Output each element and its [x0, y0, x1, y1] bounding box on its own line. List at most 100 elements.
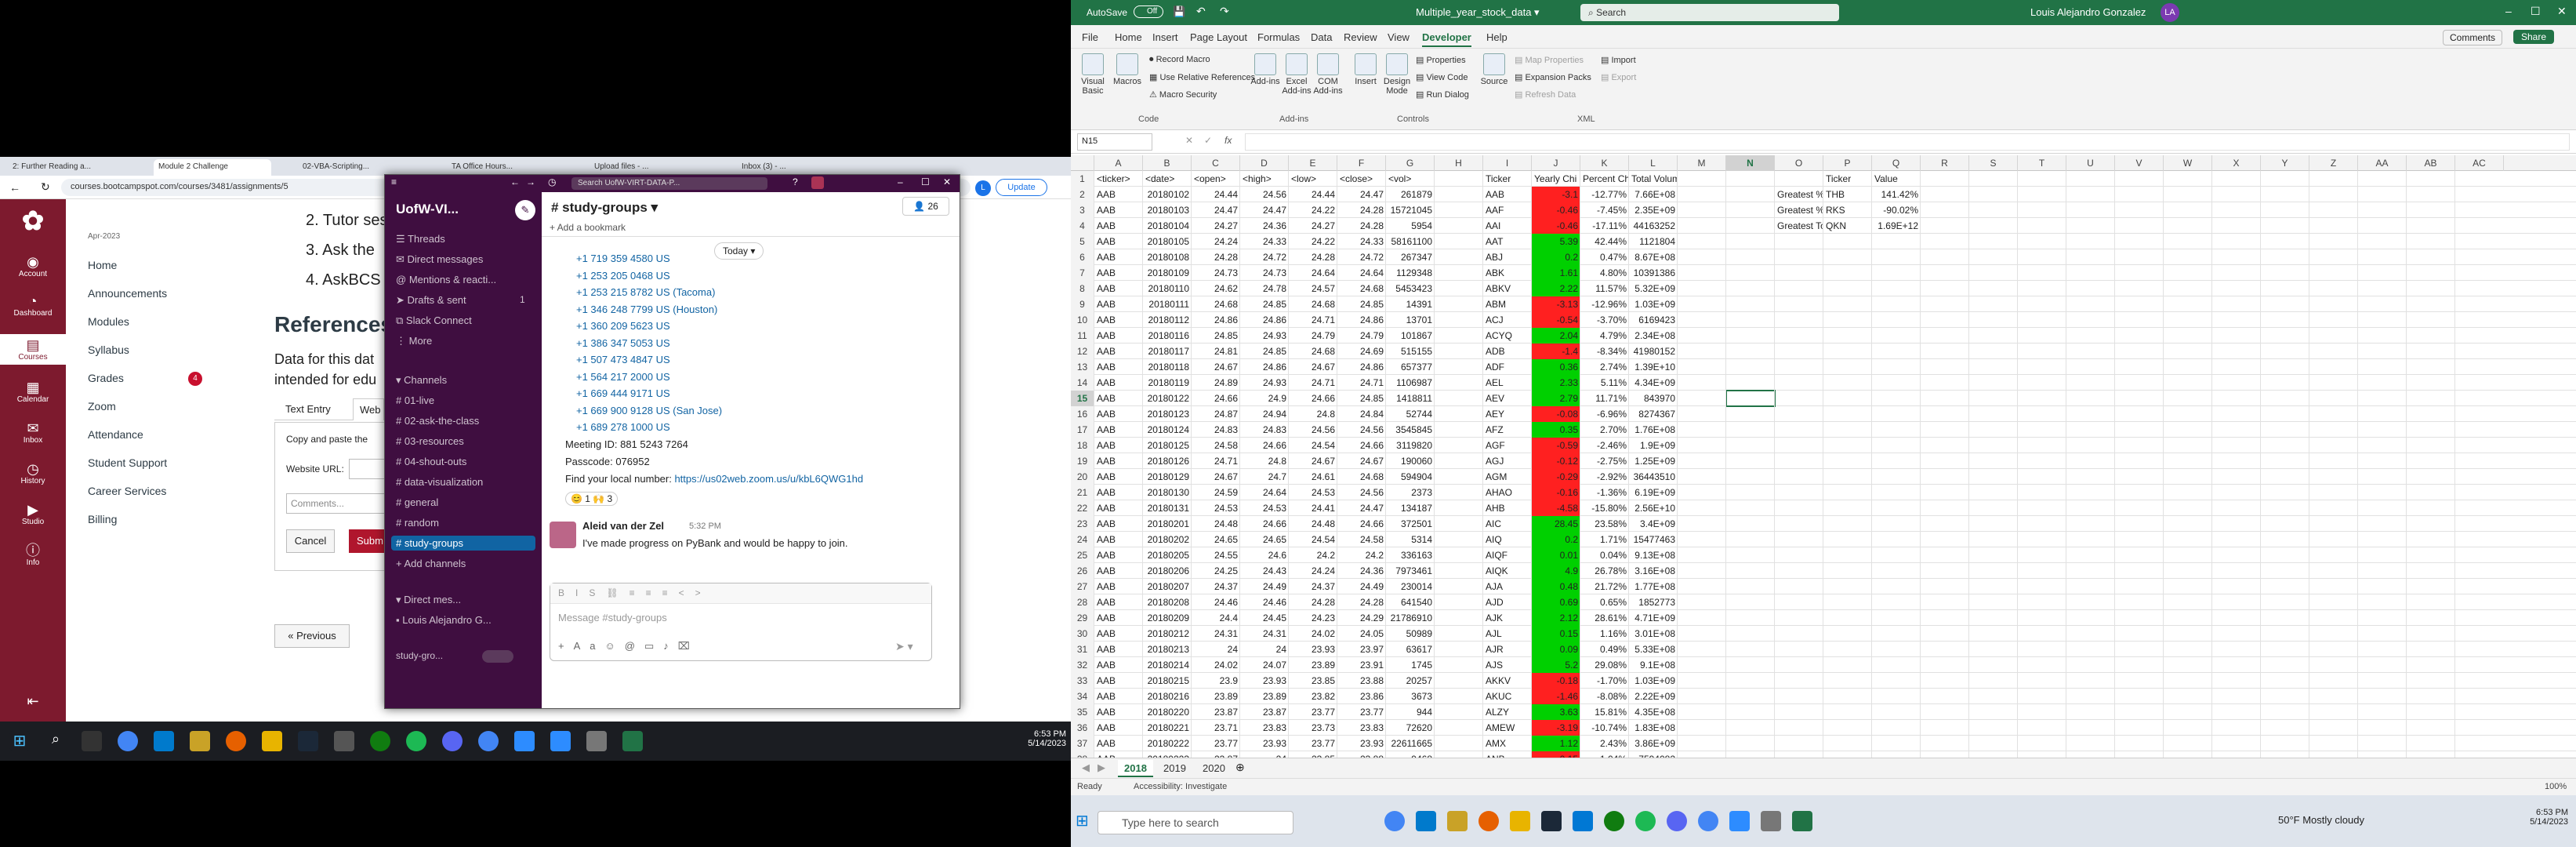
fx-icon[interactable]: fx	[1225, 135, 1232, 146]
cell[interactable]: 3.4E+09	[1629, 516, 1678, 532]
row-header[interactable]: 11	[1071, 328, 1094, 344]
sidebar-item-more[interactable]: ⋮ More	[396, 335, 432, 347]
cell[interactable]: 20180111	[1143, 296, 1192, 312]
cell[interactable]: <close>	[1337, 171, 1386, 187]
cell[interactable]: 24.48	[1192, 516, 1240, 532]
cell[interactable]: 2.70%	[1580, 422, 1629, 438]
phone-number[interactable]: +1 507 473 4847 US	[576, 351, 722, 369]
selected-cell[interactable]	[1725, 390, 1776, 407]
column-header[interactable]: Q	[1872, 155, 1921, 171]
cell[interactable]: -0.18	[1532, 673, 1580, 689]
cell[interactable]: 23.85	[1289, 751, 1337, 758]
course-nav-attendance[interactable]: Attendance	[88, 428, 143, 441]
cell[interactable]: 24.49	[1337, 579, 1386, 594]
cell[interactable]: Value	[1872, 171, 1921, 187]
column-header[interactable]: N	[1726, 155, 1775, 171]
cell[interactable]: 28.45	[1532, 516, 1580, 532]
cell[interactable]: 20180105	[1143, 234, 1192, 249]
cell[interactable]: AAB	[1094, 626, 1143, 642]
cell[interactable]: 24.93	[1240, 375, 1289, 391]
cell[interactable]: 63617	[1386, 642, 1435, 657]
cell[interactable]: 24.28	[1289, 249, 1337, 265]
macro-security-button[interactable]: ⚠ Macro Security	[1149, 89, 1217, 100]
row-header[interactable]: 38	[1071, 751, 1094, 758]
cell[interactable]: 20180108	[1143, 249, 1192, 265]
cell[interactable]: -0.15	[1532, 751, 1580, 758]
cell[interactable]: 0.47%	[1580, 249, 1629, 265]
cell[interactable]: 2.12	[1532, 610, 1580, 626]
row-header[interactable]: 18	[1071, 438, 1094, 453]
phone-number[interactable]: +1 719 359 4580 US	[576, 250, 722, 267]
history-link[interactable]: ◷ History	[0, 461, 66, 485]
cell[interactable]: 20180220	[1143, 704, 1192, 720]
cell[interactable]: 24.59	[1192, 485, 1240, 500]
row-header[interactable]: 15	[1071, 391, 1094, 406]
cell[interactable]: QKN	[1823, 218, 1872, 234]
cell[interactable]: 1.03E+09	[1629, 673, 1678, 689]
column-header[interactable]: R	[1921, 155, 1969, 171]
sidebar-item-mentions[interactable]: @ Mentions & reacti...	[396, 274, 496, 285]
excel-icon[interactable]	[1792, 811, 1812, 831]
cell[interactable]: 4.71E+09	[1629, 610, 1678, 626]
cell[interactable]: 1.39E+10	[1629, 359, 1678, 375]
maximize-icon[interactable]: ☐	[2531, 5, 2541, 18]
cell[interactable]: AAB	[1094, 500, 1143, 516]
cell[interactable]: 24.66	[1289, 391, 1337, 406]
row-header[interactable]: 3	[1071, 202, 1094, 218]
cell[interactable]: 4.79%	[1580, 328, 1629, 344]
cell[interactable]: AAB	[1094, 453, 1143, 469]
undo-icon[interactable]: ↶	[1196, 5, 1206, 18]
cell[interactable]: 24.85	[1337, 391, 1386, 406]
browser-tab[interactable]: Inbox (3) - ...	[737, 159, 854, 176]
composer-input[interactable]: Message #study-groups	[558, 612, 667, 623]
enter-icon[interactable]: ✓	[1204, 135, 1212, 146]
prev-sheet-icon[interactable]: ◀	[1082, 762, 1090, 774]
row-header[interactable]: 5	[1071, 234, 1094, 249]
cell[interactable]: 24.66	[1337, 516, 1386, 532]
cell[interactable]: ACJ	[1483, 312, 1532, 328]
cell[interactable]: AAB	[1094, 344, 1143, 359]
row-header[interactable]: 25	[1071, 547, 1094, 563]
cell[interactable]: Greatest Total Volume	[1775, 218, 1823, 234]
cell[interactable]: 24.49	[1240, 579, 1289, 594]
cell[interactable]: 24.87	[1192, 406, 1240, 422]
cell[interactable]: 24.65	[1240, 532, 1289, 547]
cell[interactable]: 24.28	[1337, 202, 1386, 218]
cell[interactable]: 594904	[1386, 469, 1435, 485]
import-button[interactable]: ▤ Import	[1601, 55, 1636, 65]
course-nav-syllabus[interactable]: Syllabus	[88, 344, 129, 356]
cell[interactable]: 24.43	[1240, 563, 1289, 579]
row-header[interactable]: 20	[1071, 469, 1094, 485]
redo-icon[interactable]: ↷	[1220, 5, 1229, 18]
add-channels-button[interactable]: + Add channels	[396, 558, 466, 569]
cell[interactable]: 2.74%	[1580, 359, 1629, 375]
tab-developer[interactable]: Developer	[1422, 31, 1471, 47]
cell[interactable]: AAB	[1094, 579, 1143, 594]
add-bookmark-button[interactable]: + Add a bookmark	[550, 222, 626, 233]
view-code-button[interactable]: ▤ View Code	[1416, 72, 1468, 82]
clock[interactable]: 6:53 PM 5/14/2023	[2505, 808, 2568, 827]
cell[interactable]: 24.24	[1289, 563, 1337, 579]
column-header[interactable]: AC	[2455, 155, 2504, 171]
cell[interactable]: 5314	[1386, 532, 1435, 547]
row-header[interactable]: 8	[1071, 281, 1094, 296]
cell[interactable]: 2.34E+08	[1629, 328, 1678, 344]
cell[interactable]: AAB	[1094, 406, 1143, 422]
cell[interactable]: 20180213	[1143, 642, 1192, 657]
file-title[interactable]: Multiple_year_stock_data ▾	[1416, 6, 1540, 19]
row-header[interactable]: 26	[1071, 563, 1094, 579]
cell[interactable]: 23.83	[1337, 720, 1386, 736]
sidebar-item-slack-connect[interactable]: ⧉ Slack Connect	[396, 314, 472, 327]
column-header[interactable]: A	[1094, 155, 1143, 171]
cell[interactable]: Greatest % Decrease	[1775, 202, 1823, 218]
cell[interactable]: 23.71	[1192, 720, 1240, 736]
cell[interactable]: 24.9	[1240, 391, 1289, 406]
cell[interactable]: AAB	[1094, 751, 1143, 758]
phone-number[interactable]: +1 346 248 7799 US (Houston)	[576, 301, 722, 318]
cell[interactable]: 1.25E+09	[1629, 453, 1678, 469]
cell[interactable]: 24.02	[1289, 626, 1337, 642]
composer-actions[interactable]: +Aa☺@▭♪⌧	[558, 640, 699, 653]
cell[interactable]: AAB	[1094, 736, 1143, 751]
row-header[interactable]: 31	[1071, 642, 1094, 657]
cell[interactable]: 24.37	[1289, 579, 1337, 594]
